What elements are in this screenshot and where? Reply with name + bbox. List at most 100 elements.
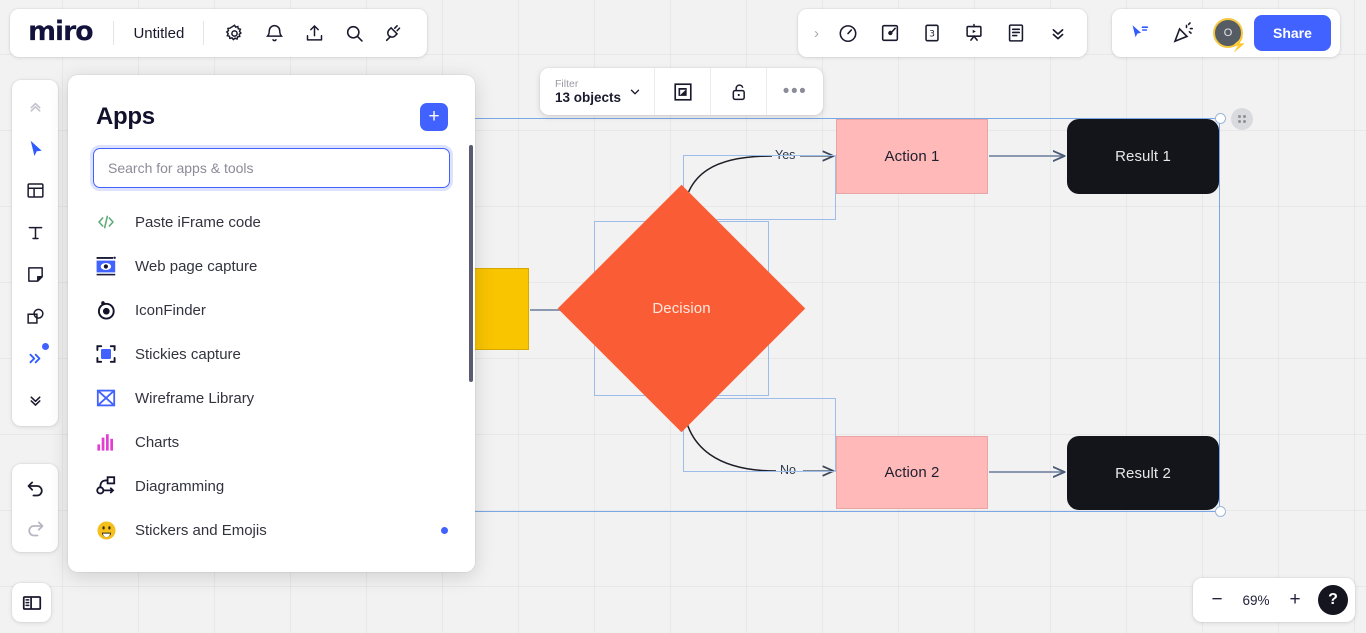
upload-icon[interactable] <box>295 14 333 52</box>
celebration-icon[interactable] <box>1164 14 1202 52</box>
search-apps-input[interactable] <box>90 145 453 191</box>
web-capture-icon <box>93 253 119 279</box>
top-toolbar-tools: › 3 <box>798 9 1087 57</box>
app-item-stickies-capture[interactable]: Stickies capture <box>68 332 475 376</box>
document-title[interactable]: Untitled <box>125 25 192 42</box>
app-label: Wireframe Library <box>135 389 255 407</box>
frame-icon[interactable] <box>655 68 712 115</box>
app-label: Stickies capture <box>135 345 241 363</box>
presentation-icon[interactable] <box>955 14 993 52</box>
stickies-capture-icon <box>93 341 119 367</box>
sticky-note-icon[interactable] <box>15 254 55 294</box>
svg-text:3: 3 <box>929 29 935 40</box>
grip-dots-icon <box>1237 114 1247 124</box>
divider <box>113 21 115 45</box>
edge-label-yes: Yes <box>775 148 796 162</box>
drag-grip-handle[interactable] <box>1231 108 1253 130</box>
divider <box>203 21 205 45</box>
iconfinder-icon <box>93 297 119 323</box>
timer-icon[interactable] <box>829 14 867 52</box>
help-button[interactable]: ? <box>1318 585 1348 615</box>
resize-handle-bottom-right[interactable] <box>1215 506 1226 517</box>
expand-chevron-right-icon[interactable]: › <box>808 25 825 42</box>
app-item-wireframe-library[interactable]: Wireframe Library <box>68 376 475 420</box>
node-label-decision: Decision <box>652 300 711 317</box>
flowchart-node-result-1[interactable]: Result 1 <box>1067 119 1219 194</box>
app-item-iconfinder[interactable]: IconFinder <box>68 288 475 332</box>
apps-search-wrapper <box>68 131 475 191</box>
node-label-action-1: Action 1 <box>884 148 940 165</box>
filter-label: Filter <box>555 77 579 90</box>
notifications-bell-icon[interactable] <box>255 14 293 52</box>
app-new-badge <box>441 526 448 534</box>
wireframe-icon <box>93 385 119 411</box>
apps-panel: Apps + Paste iFrame code <box>68 75 475 572</box>
emoji-icon <box>93 517 119 543</box>
more-tools-icon[interactable] <box>15 338 55 378</box>
templates-icon[interactable] <box>15 170 55 210</box>
estimation-icon[interactable]: 3 <box>913 14 951 52</box>
unlock-icon[interactable] <box>711 68 768 115</box>
settings-gear-icon[interactable] <box>215 14 253 52</box>
edge-label-no: No <box>780 463 796 477</box>
app-item-charts[interactable]: Charts <box>68 420 475 464</box>
ellipsis-glyph: ••• <box>782 80 808 102</box>
apps-list: Paste iFrame code Web page capture IconF… <box>68 200 475 552</box>
filter-dropdown[interactable]: Filter 13 objects <box>540 68 656 115</box>
app-item-stickers-and-emojis[interactable]: Stickers and Emojis <box>68 508 475 552</box>
node-label-action-2: Action 2 <box>884 464 940 481</box>
share-button[interactable]: Share <box>1254 15 1331 51</box>
add-app-button[interactable]: + <box>420 103 448 131</box>
flowchart-node-result-2[interactable]: Result 2 <box>1067 436 1219 510</box>
notes-icon[interactable] <box>997 14 1035 52</box>
diagramming-icon <box>93 473 119 499</box>
app-label: Web page capture <box>135 257 258 275</box>
user-avatar[interactable]: O ⚡ <box>1211 16 1247 52</box>
expand-down-icon[interactable] <box>15 380 55 420</box>
app-item-diagramming[interactable]: Diagramming <box>68 464 475 508</box>
collapse-up-icon[interactable] <box>15 86 55 126</box>
resize-handle-top-right[interactable] <box>1215 113 1226 124</box>
flowchart-node-start[interactable] <box>467 268 529 350</box>
app-item-paste-iframe-code[interactable]: Paste iFrame code <box>68 200 475 244</box>
zoom-controls: − 69% + ? <box>1193 578 1355 622</box>
app-label: Diagramming <box>135 477 225 495</box>
shapes-icon[interactable] <box>15 296 55 336</box>
zoom-out-button[interactable]: − <box>1200 583 1234 617</box>
new-badge-dot <box>42 343 49 350</box>
more-dots-icon[interactable]: ••• <box>767 68 823 115</box>
selection-box-no-edge <box>683 398 836 472</box>
app-label: Charts <box>135 433 180 451</box>
search-icon[interactable] <box>335 14 373 52</box>
flowchart-node-action-2[interactable]: Action 2 <box>836 436 988 509</box>
creation-toolbar <box>12 80 58 426</box>
node-label-result-2: Result 2 <box>1115 464 1171 482</box>
miro-logo[interactable]: miro <box>24 16 102 50</box>
zoom-level-value[interactable]: 69% <box>1236 593 1276 608</box>
more-chevrons-down-icon[interactable] <box>1039 14 1077 52</box>
apps-panel-title: Apps <box>96 103 155 130</box>
history-toolbar <box>12 464 58 552</box>
zoom-in-button[interactable]: + <box>1278 583 1312 617</box>
apps-panel-scrollbar[interactable] <box>469 145 473 382</box>
undo-icon[interactable] <box>15 468 55 508</box>
chevron-down-icon <box>630 89 640 94</box>
toggle-panel-icon[interactable] <box>12 583 51 622</box>
cursor-select-icon[interactable] <box>15 128 55 168</box>
node-label-result-1: Result 1 <box>1115 148 1171 165</box>
text-icon[interactable] <box>15 212 55 252</box>
code-brackets-icon <box>93 209 119 235</box>
app-item-web-page-capture[interactable]: Web page capture <box>68 244 475 288</box>
flowchart-node-action-1[interactable]: Action 1 <box>836 119 988 194</box>
lightning-badge-icon: ⚡ <box>1230 37 1247 52</box>
cursor-share-icon[interactable] <box>1121 14 1159 52</box>
apps-panel-header: Apps + <box>68 75 475 131</box>
redo-icon[interactable] <box>15 508 55 548</box>
miro-board-app: Yes No Decision Action 1 Action 2 Result… <box>0 0 1366 633</box>
selection-context-toolbar: Filter 13 objects ••• <box>540 68 824 115</box>
top-toolbar-left: miro Untitled <box>10 9 428 57</box>
app-label: Stickers and Emojis <box>135 521 267 539</box>
flowchart-node-decision[interactable]: Decision <box>557 184 806 433</box>
voting-icon[interactable] <box>871 14 909 52</box>
apps-plug-icon[interactable] <box>375 14 413 52</box>
